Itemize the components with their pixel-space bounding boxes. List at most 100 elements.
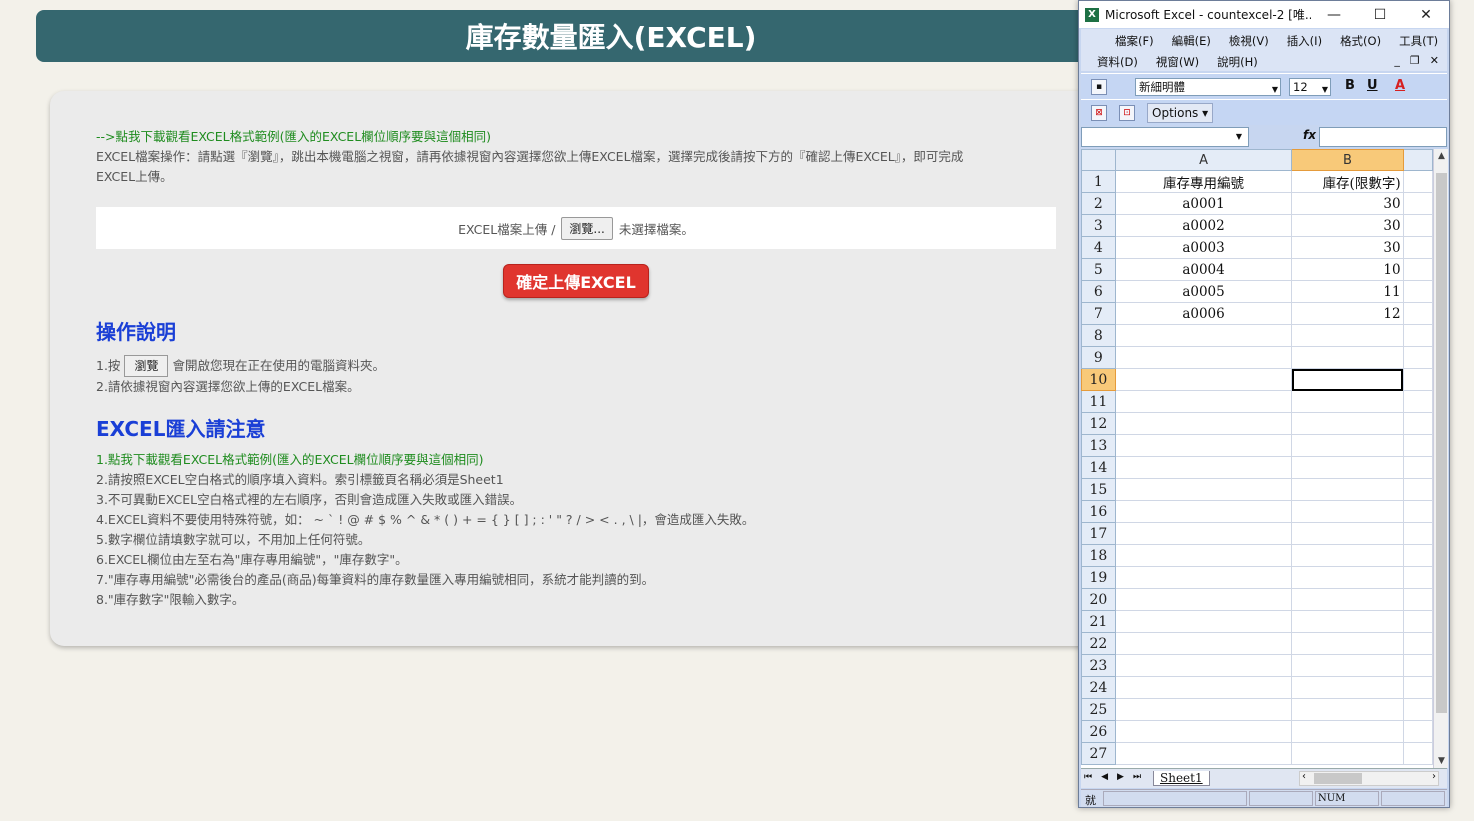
cell-b[interactable]	[1291, 720, 1404, 743]
menu-file[interactable]: 檔案(F)	[1115, 33, 1154, 49]
tab-sheet1[interactable]: Sheet1	[1153, 771, 1210, 786]
menu-view[interactable]: 檢視(V)	[1229, 33, 1269, 49]
cell-c[interactable]	[1402, 368, 1433, 391]
download-sample-link[interactable]: -->點我下載觀看EXCEL格式範例(匯入的EXCEL欄位順序要與這個相同)	[96, 127, 1056, 147]
cell-a[interactable]	[1114, 588, 1293, 611]
cell-c[interactable]	[1402, 324, 1433, 347]
row-header[interactable]: 6	[1081, 280, 1116, 303]
cell-b[interactable]: 11	[1291, 280, 1404, 303]
cell-c[interactable]	[1402, 302, 1433, 325]
cell-c[interactable]	[1402, 544, 1433, 567]
cell-b[interactable]	[1291, 632, 1404, 655]
row-header[interactable]: 14	[1081, 456, 1116, 479]
row-header[interactable]: 16	[1081, 500, 1116, 523]
row-header[interactable]: 19	[1081, 566, 1116, 589]
cell-c[interactable]	[1402, 588, 1433, 611]
cell-a[interactable]: a0002	[1114, 214, 1293, 237]
cell-b[interactable]	[1291, 456, 1404, 479]
horizontal-scrollbar[interactable]: ‹ ›	[1299, 771, 1439, 786]
cell-a[interactable]: a0005	[1114, 280, 1293, 303]
cell-c[interactable]	[1402, 632, 1433, 655]
row-header[interactable]: 13	[1081, 434, 1116, 457]
active-cell[interactable]	[1291, 368, 1404, 391]
confirm-upload-button[interactable]: 確定上傳EXCEL	[503, 264, 649, 298]
cell-c[interactable]	[1402, 280, 1433, 303]
cell-b[interactable]: 30	[1291, 214, 1404, 237]
row-header[interactable]: 12	[1081, 412, 1116, 435]
cell-a[interactable]	[1114, 368, 1293, 391]
cell-a[interactable]: a0004	[1114, 258, 1293, 281]
cell-b[interactable]	[1291, 434, 1404, 457]
scroll-right-icon[interactable]: ›	[1432, 771, 1436, 782]
cell-b[interactable]	[1291, 390, 1404, 413]
doc-close-icon[interactable]: ✕	[1430, 54, 1439, 67]
row-header[interactable]: 15	[1081, 478, 1116, 501]
cell-c[interactable]	[1402, 214, 1433, 237]
menu-insert[interactable]: 插入(I)	[1287, 33, 1322, 49]
cell-c[interactable]	[1402, 170, 1433, 193]
browse-button[interactable]: 瀏覽...	[561, 216, 613, 240]
cell-a[interactable]	[1114, 522, 1293, 545]
cell-b[interactable]	[1291, 610, 1404, 633]
spreadsheet-grid[interactable]: A B 1 庫存專用編號 庫存(限數字) 2 a0001 30 3 a0002 30 4 a0003…	[1081, 149, 1433, 768]
menu-format[interactable]: 格式(O)	[1340, 33, 1381, 49]
menu-edit[interactable]: 編輯(E)	[1172, 33, 1211, 49]
menu-window[interactable]: 視窗(W)	[1156, 54, 1199, 70]
row-header[interactable]: 11	[1081, 390, 1116, 413]
cell-b[interactable]: 12	[1291, 302, 1404, 325]
cell-b[interactable]	[1291, 654, 1404, 677]
menu-tools[interactable]: 工具(T)	[1399, 33, 1438, 49]
row-header[interactable]: 24	[1081, 676, 1116, 699]
cell-a[interactable]: a0003	[1114, 236, 1293, 259]
cell-b[interactable]: 10	[1291, 258, 1404, 281]
cell-c[interactable]	[1402, 676, 1433, 699]
last-sheet-icon[interactable]: ⏭	[1133, 772, 1141, 782]
row-header[interactable]: 9	[1081, 346, 1116, 369]
cell-c[interactable]	[1402, 610, 1433, 633]
scroll-left-icon[interactable]: ‹	[1302, 771, 1306, 782]
row-header[interactable]: 20	[1081, 588, 1116, 611]
save-icon[interactable]: ▪	[1091, 79, 1107, 95]
cell-c[interactable]	[1402, 698, 1433, 721]
row-header[interactable]: 7	[1081, 302, 1116, 325]
close-icon[interactable]: ✕	[1403, 7, 1449, 23]
name-box[interactable]: ▼	[1081, 127, 1249, 147]
font-size-select[interactable]: 12 ▼	[1289, 78, 1331, 96]
cell-c[interactable]	[1402, 346, 1433, 369]
cell-a[interactable]: a0006	[1114, 302, 1293, 325]
row-header[interactable]: 5	[1081, 258, 1116, 281]
doc-minimize-icon[interactable]: _	[1394, 54, 1400, 67]
cell-a[interactable]: a0001	[1114, 192, 1293, 215]
menu-data[interactable]: 資料(D)	[1097, 54, 1138, 70]
row-header[interactable]: 17	[1081, 522, 1116, 545]
cell-b[interactable]: 30	[1291, 192, 1404, 215]
scroll-down-icon[interactable]: ▼	[1434, 756, 1449, 766]
pdf-icon[interactable]: ⊠	[1091, 105, 1107, 121]
cell-a[interactable]	[1114, 654, 1293, 677]
row-header[interactable]: 1	[1081, 170, 1116, 193]
menu-help[interactable]: 說明(H)	[1217, 54, 1258, 70]
underline-button[interactable]: U	[1367, 78, 1378, 93]
row-header[interactable]: 27	[1081, 742, 1116, 765]
column-header-c[interactable]	[1402, 149, 1433, 171]
cell-c[interactable]	[1402, 522, 1433, 545]
minimize-icon[interactable]: —	[1311, 7, 1357, 23]
vertical-scroll-thumb[interactable]	[1436, 173, 1447, 713]
cell-a[interactable]	[1114, 544, 1293, 567]
cell-b[interactable]	[1291, 412, 1404, 435]
function-icon[interactable]: fx	[1303, 128, 1316, 142]
cell-b[interactable]	[1291, 588, 1404, 611]
formula-input[interactable]	[1319, 127, 1447, 147]
cell-b[interactable]	[1291, 742, 1404, 765]
cell-b[interactable]	[1291, 522, 1404, 545]
cell-c[interactable]	[1402, 654, 1433, 677]
row-header[interactable]: 2	[1081, 192, 1116, 215]
options-button[interactable]: Options ▾	[1147, 103, 1214, 123]
column-header-a[interactable]: A	[1114, 149, 1293, 171]
first-sheet-icon[interactable]: ⏮	[1084, 772, 1092, 782]
cell-c[interactable]	[1402, 720, 1433, 743]
cell-a[interactable]	[1114, 324, 1293, 347]
next-sheet-icon[interactable]: ▶	[1117, 772, 1124, 782]
font-name-select[interactable]: 新細明體 ▼	[1135, 78, 1281, 96]
cell-a[interactable]	[1114, 456, 1293, 479]
